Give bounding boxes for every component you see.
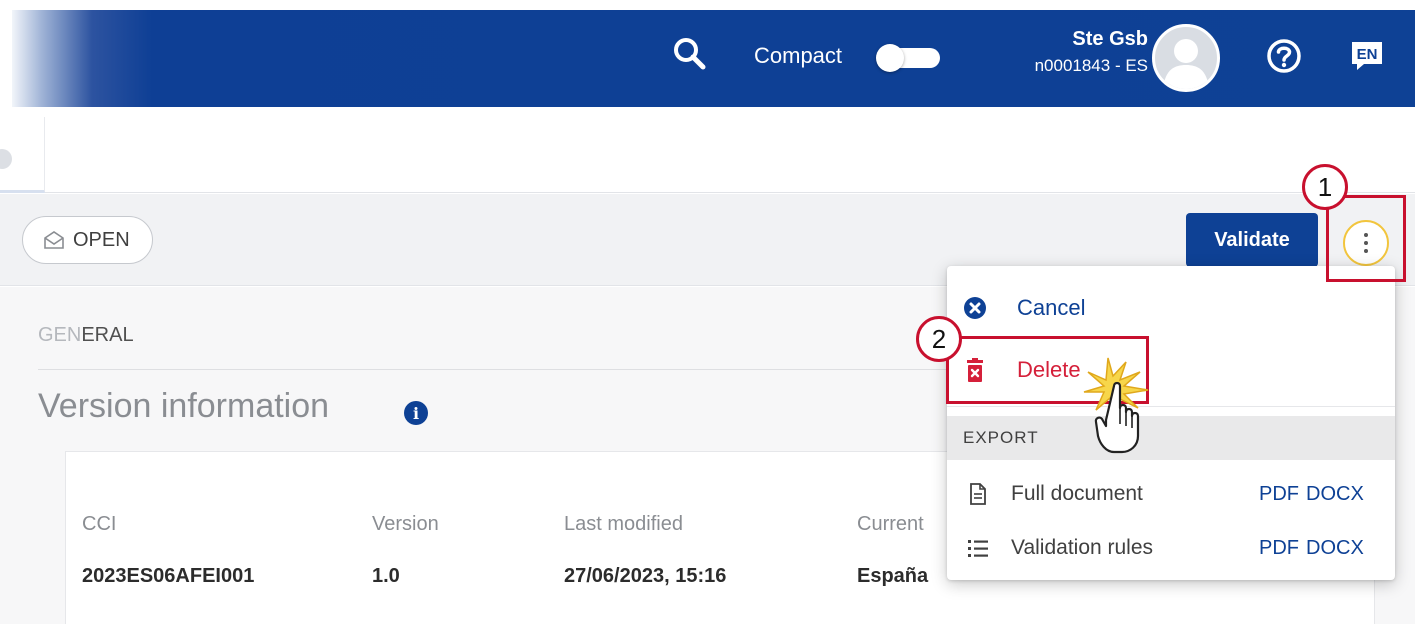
user-name: Ste Gsb (1072, 28, 1148, 50)
top-bar: Compact Ste Gsb n0001843 - ES EN (12, 10, 1415, 107)
section-divider (38, 369, 1038, 370)
document-icon (967, 483, 989, 505)
cancel-icon (963, 296, 987, 320)
validate-button[interactable]: Validate (1186, 213, 1318, 267)
export-row-validation-rules: Validation rules PDF DOCX (947, 522, 1395, 574)
version-label: Version (372, 513, 439, 535)
toggle-knob (876, 44, 904, 72)
compact-label: Compact (754, 43, 843, 68)
help-icon[interactable] (1264, 36, 1304, 76)
export-label: Full document (1011, 482, 1143, 505)
actions-menu: Cancel Delete EXPORT Full document PDF D… (947, 266, 1395, 580)
status-badge-label: OPEN (73, 228, 130, 251)
version-value: 1.0 (372, 565, 400, 587)
cci-value: 2023ES06AFEI001 (82, 565, 255, 587)
last-modified-value: 27/06/2023, 15:16 (564, 565, 727, 587)
user-id: n0001843 - ES (1034, 56, 1148, 75)
info-icon[interactable]: i (404, 401, 428, 425)
export-pdf-link[interactable]: PDF (1259, 537, 1299, 560)
tab-strip (0, 107, 1415, 193)
hand-cursor-icon (1078, 356, 1158, 456)
status-badge: OPEN (22, 216, 153, 264)
current-label: Current (857, 513, 924, 535)
tab-dot-icon (0, 149, 12, 169)
export-heading: EXPORT (947, 416, 1395, 460)
annotation-box-1 (1326, 195, 1406, 282)
menu-item-cancel[interactable]: Cancel (947, 278, 1395, 338)
export-docx-link[interactable]: DOCX (1306, 537, 1364, 560)
export-row-full-document: Full document PDF DOCX (947, 468, 1395, 520)
export-pdf-link[interactable]: PDF (1259, 483, 1299, 506)
language-icon[interactable]: EN (1348, 36, 1386, 74)
annotation-step-2: 2 (916, 316, 962, 362)
tab-active-edge[interactable] (0, 117, 45, 193)
annotation-step-1: 1 (1302, 164, 1348, 210)
avatar[interactable] (1152, 24, 1220, 92)
envelope-open-icon (44, 231, 64, 249)
current-value: España (857, 565, 929, 587)
export-docx-link[interactable]: DOCX (1306, 483, 1364, 506)
compact-toggle[interactable] (876, 44, 940, 72)
cci-label: CCI (82, 513, 117, 535)
list-icon (967, 537, 989, 559)
page-title: Version information (38, 387, 330, 425)
language-code: EN (1357, 46, 1378, 63)
last-modified-label: Last modified (564, 513, 683, 535)
menu-item-label: Cancel (1017, 295, 1086, 320)
search-icon[interactable] (670, 34, 710, 74)
menu-divider (947, 406, 1395, 407)
section-label: GENERAL (38, 324, 134, 346)
export-label: Validation rules (1011, 536, 1154, 559)
